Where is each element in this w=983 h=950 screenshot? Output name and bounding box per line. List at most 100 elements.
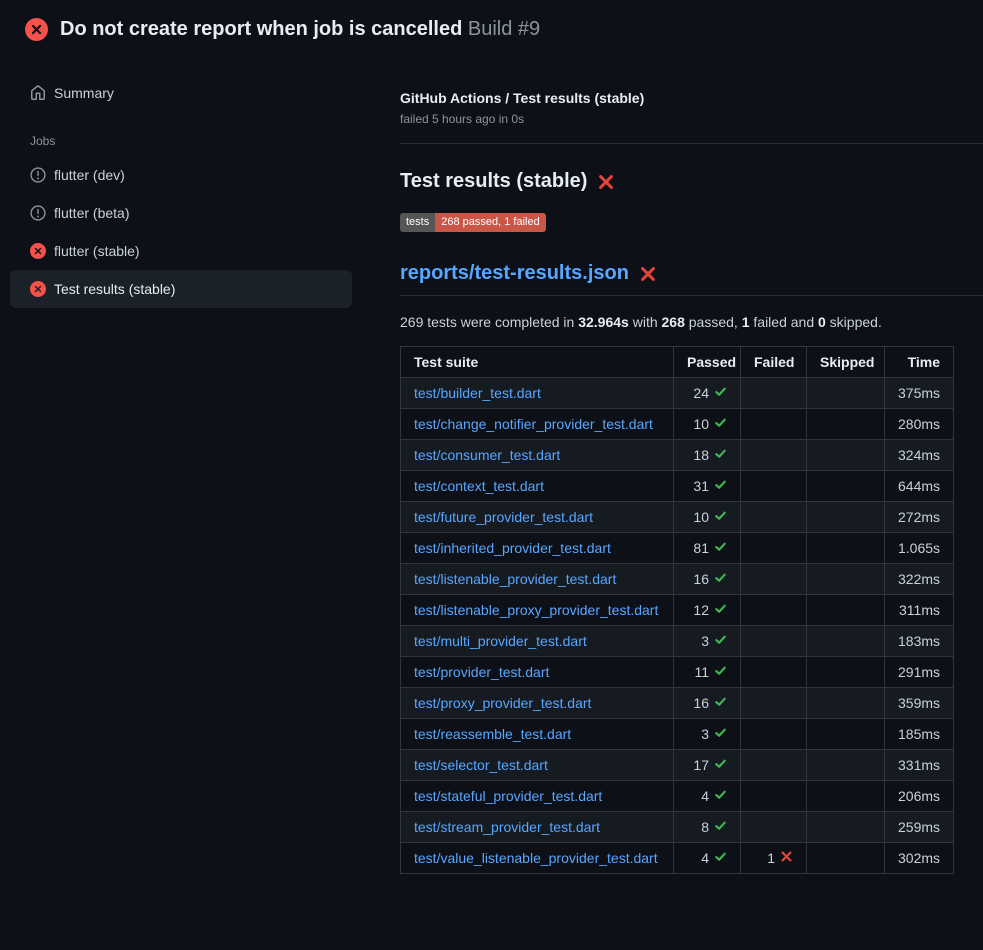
- count-value: 16: [693, 571, 709, 587]
- sidebar-item-summary[interactable]: Summary: [10, 74, 352, 112]
- passed-count: 8: [674, 812, 741, 843]
- test-suite-link[interactable]: test/provider_test.dart: [414, 664, 549, 680]
- test-suite-cell: test/reassemble_test.dart: [401, 719, 674, 750]
- skipped-count: [807, 843, 885, 874]
- test-suite-cell: test/future_provider_test.dart: [401, 502, 674, 533]
- test-suite-cell: test/value_listenable_provider_test.dart: [401, 843, 674, 874]
- test-suite-cell: test/selector_test.dart: [401, 750, 674, 781]
- skipped-count: [807, 719, 885, 750]
- check-run-header: Do not create report when job is cancell…: [0, 0, 983, 56]
- table-row: test/context_test.dart31644ms: [401, 471, 954, 502]
- count-value: 10: [693, 416, 709, 432]
- summary-duration: 32.964s: [578, 314, 629, 330]
- passed-count: 24: [674, 378, 741, 409]
- github-checks-page: Do not create report when job is cancell…: [0, 0, 983, 874]
- build-number: Build #9: [468, 18, 540, 40]
- check-icon: [714, 819, 727, 832]
- column-header-skipped: Skipped: [807, 347, 885, 378]
- count-value: 4: [701, 850, 709, 866]
- check-icon: [714, 478, 727, 491]
- table-row: test/listenable_provider_test.dart16322m…: [401, 564, 954, 595]
- table-row: test/value_listenable_provider_test.dart…: [401, 843, 954, 874]
- test-suite-link[interactable]: test/listenable_provider_test.dart: [414, 571, 616, 587]
- column-header-passed: Passed: [674, 347, 741, 378]
- time-value: 259ms: [885, 812, 954, 843]
- test-suite-link[interactable]: test/future_provider_test.dart: [414, 509, 593, 525]
- x-circle-icon: [30, 243, 46, 259]
- table-row: test/consumer_test.dart18324ms: [401, 440, 954, 471]
- count-value: 3: [701, 726, 709, 742]
- jobs-list: flutter (dev)flutter (beta) flutter (stab…: [10, 156, 352, 308]
- test-suite-link[interactable]: test/context_test.dart: [414, 478, 544, 494]
- passed-count: 18: [674, 440, 741, 471]
- count-value: 10: [693, 509, 709, 525]
- column-header-time: Time: [885, 347, 954, 378]
- passed-count: 3: [674, 719, 741, 750]
- check-icon: [714, 571, 727, 584]
- sidebar-item-flutter-stable[interactable]: flutter (stable): [10, 232, 352, 270]
- skipped-count: [807, 378, 885, 409]
- check-icon: [714, 509, 727, 522]
- count-value: 24: [693, 385, 709, 401]
- skipped-count: [807, 533, 885, 564]
- test-suite-link[interactable]: test/listenable_proxy_provider_test.dart: [414, 602, 658, 618]
- test-suite-link[interactable]: test/change_notifier_provider_test.dart: [414, 416, 653, 432]
- test-suite-cell: test/proxy_provider_test.dart: [401, 688, 674, 719]
- failed-count: 1: [741, 843, 807, 874]
- summary-passed-count: 268: [662, 314, 685, 330]
- neutral-status-icon: [30, 167, 46, 183]
- count-value: 31: [693, 478, 709, 494]
- test-suite-link[interactable]: test/proxy_provider_test.dart: [414, 695, 591, 711]
- divider: [400, 143, 983, 144]
- check-icon: [714, 788, 727, 801]
- table-row: test/stream_provider_test.dart 8 259ms: [401, 812, 954, 843]
- test-suite-link[interactable]: test/stateful_provider_test.dart: [414, 788, 602, 804]
- time-value: 375ms: [885, 378, 954, 409]
- passed-count: 17: [674, 750, 741, 781]
- failed-count: [741, 533, 807, 564]
- sidebar-item-test-results-stable[interactable]: Test results (stable): [10, 270, 352, 308]
- failed-count: [741, 595, 807, 626]
- test-suite-cell: test/context_test.dart: [401, 471, 674, 502]
- passed-count: 4: [674, 781, 741, 812]
- count-value: 18: [693, 447, 709, 463]
- sidebar-item-flutter-dev[interactable]: flutter (dev): [10, 156, 352, 194]
- test-suite-link[interactable]: test/builder_test.dart: [414, 385, 541, 401]
- passed-count: 16: [674, 564, 741, 595]
- sidebar-item-flutter-beta[interactable]: flutter (beta): [10, 194, 352, 232]
- table-row: test/multi_provider_test.dart3183ms: [401, 626, 954, 657]
- job-label: flutter (stable): [54, 243, 140, 259]
- count-value: 11: [694, 664, 709, 680]
- failed-count: [741, 812, 807, 843]
- failed-count: [741, 626, 807, 657]
- passed-count: 12: [674, 595, 741, 626]
- table-header-row: Test suitePassedFailedSkippedTime: [401, 347, 954, 378]
- time-value: 311ms: [885, 595, 954, 626]
- test-suite-link[interactable]: test/consumer_test.dart: [414, 447, 560, 463]
- test-suite-cell: test/builder_test.dart: [401, 378, 674, 409]
- time-value: 331ms: [885, 750, 954, 781]
- count-value: 17: [693, 757, 709, 773]
- summary-failed-count: 1: [742, 314, 750, 330]
- summary-skipped-count: 0: [818, 314, 826, 330]
- failed-count: [741, 688, 807, 719]
- time-value: 272ms: [885, 502, 954, 533]
- test-suite-link[interactable]: test/multi_provider_test.dart: [414, 633, 587, 649]
- test-suite-link[interactable]: test/value_listenable_provider_test.dart: [414, 850, 658, 866]
- test-suite-link[interactable]: test/stream_provider_test.dart: [414, 819, 600, 835]
- report-file-link[interactable]: reports/test-results.json: [400, 262, 629, 285]
- time-value: 185ms: [885, 719, 954, 750]
- check-icon: [714, 447, 727, 460]
- test-suite-link[interactable]: test/reassemble_test.dart: [414, 726, 571, 742]
- check-icon: [714, 385, 727, 398]
- column-header-failed: Failed: [741, 347, 807, 378]
- table-row: test/reassemble_test.dart 3 185ms: [401, 719, 954, 750]
- failed-count: [741, 378, 807, 409]
- time-value: 206ms: [885, 781, 954, 812]
- check-icon: [714, 664, 727, 677]
- failed-x-icon: [597, 173, 615, 191]
- count-value: 16: [693, 695, 709, 711]
- passed-count: 10: [674, 409, 741, 440]
- test-suite-link[interactable]: test/selector_test.dart: [414, 757, 548, 773]
- test-suite-link[interactable]: test/inherited_provider_test.dart: [414, 540, 611, 556]
